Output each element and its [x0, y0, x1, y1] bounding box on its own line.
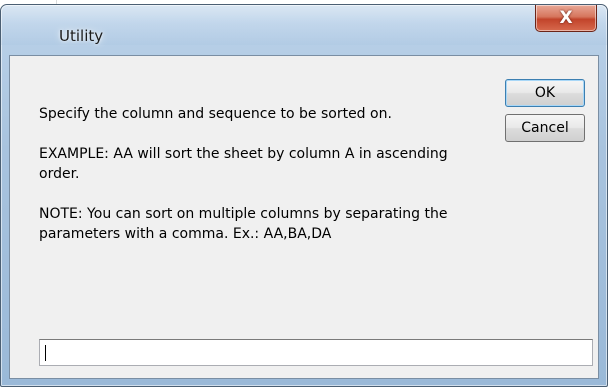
input-box-dialog: Utility X Specify the column and sequenc…: [0, 4, 608, 387]
prompt-text: Specify the column and sequence to be so…: [39, 104, 489, 264]
text-caret: [45, 345, 46, 361]
dialog-content: Specify the column and sequence to be so…: [9, 55, 599, 379]
prompt-note: NOTE: You can sort on multiple columns b…: [39, 206, 448, 242]
title-bar[interactable]: Utility X: [1, 5, 607, 45]
close-icon: X: [559, 8, 573, 28]
prompt-line: Specify the column and sequence to be so…: [39, 106, 392, 122]
ok-button[interactable]: OK: [505, 79, 585, 107]
close-button[interactable]: X: [535, 5, 597, 32]
window-title: Utility: [59, 27, 104, 45]
sort-parameters-input-box[interactable]: [39, 339, 593, 366]
sort-parameters-input[interactable]: [40, 340, 592, 365]
cancel-button[interactable]: Cancel: [505, 114, 585, 142]
prompt-example: EXAMPLE: AA will sort the sheet by colum…: [39, 146, 448, 182]
